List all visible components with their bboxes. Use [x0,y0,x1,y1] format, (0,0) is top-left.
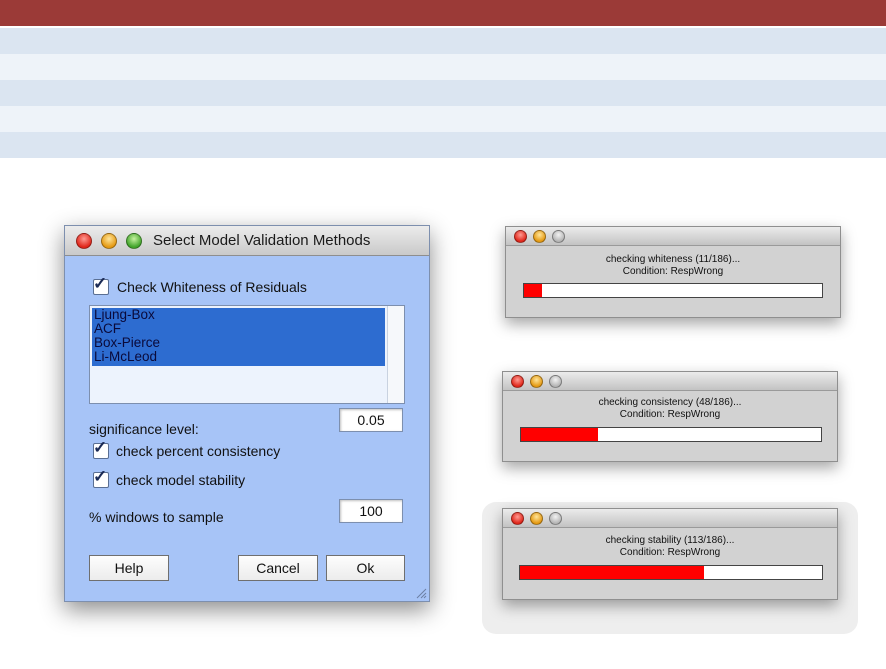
progress-fill [520,566,704,579]
stability-label: check model stability [116,472,246,488]
zoom-icon [549,375,562,388]
progress-window-whiteness: checking whiteness (11/186)... Condition… [505,226,841,318]
stripe [0,106,886,132]
progress-titlebar[interactable] [506,227,840,246]
minimize-icon[interactable] [530,375,543,388]
checkmark-icon: ✓ [93,438,108,457]
windows-label: % windows to sample [89,509,224,525]
close-icon[interactable] [511,375,524,388]
windows-input[interactable]: 100 [339,499,403,523]
whiteness-checkbox[interactable]: ✓ [93,274,109,295]
progress-bar [523,283,823,298]
stripe [0,28,886,54]
progress-window-consistency: checking consistency (48/186)... Conditi… [502,371,838,462]
header-banner [0,0,886,26]
cancel-button[interactable]: Cancel [238,555,318,581]
list-item[interactable]: Box-Pierce [94,336,160,350]
minimize-icon[interactable] [533,230,546,243]
significance-label: significance level: [89,421,199,437]
progress-fill [521,428,599,441]
checkmark-icon: ✓ [93,467,108,486]
list-item[interactable]: Li-McLeod [94,350,157,364]
progress-bar [520,427,822,442]
progress-condition: Condition: RespWrong [619,409,721,420]
consistency-checkbox[interactable]: ✓ [93,438,109,459]
minimize-icon[interactable] [530,512,543,525]
list-item[interactable]: Ljung-Box [94,308,155,322]
close-icon[interactable] [514,230,527,243]
resize-grip-icon[interactable] [415,587,427,599]
stability-checkbox[interactable]: ✓ [93,467,109,488]
validation-dialog: Select Model Validation Methods ✓ Check … [64,225,430,602]
progress-status: checking whiteness (11/186)... [605,254,741,265]
stripe [0,132,886,158]
close-icon[interactable] [76,233,92,249]
stripe [0,80,886,106]
progress-window-stability: checking stability (113/186)... Conditio… [502,508,838,600]
dialog-title: Select Model Validation Methods [153,232,371,249]
progress-bar [519,565,823,580]
minimize-icon[interactable] [101,233,117,249]
consistency-label: check percent consistency [116,443,281,459]
close-icon[interactable] [511,512,524,525]
stripe [0,54,886,80]
list-scrollbar[interactable] [387,306,404,403]
zoom-icon[interactable] [126,233,142,249]
progress-condition: Condition: RespWrong [622,266,724,277]
list-item[interactable]: ACF [94,322,121,336]
checkmark-icon: ✓ [93,274,108,293]
help-button[interactable]: Help [89,555,169,581]
dialog-titlebar[interactable]: Select Model Validation Methods [65,226,429,256]
progress-fill [524,284,542,297]
zoom-icon [549,512,562,525]
progress-titlebar[interactable] [503,372,837,391]
progress-titlebar[interactable] [503,509,837,528]
progress-status: checking stability (113/186)... [605,535,735,546]
methods-listbox[interactable]: Ljung-Box ACF Box-Pierce Li-McLeod [89,305,405,404]
zoom-icon [552,230,565,243]
ok-button[interactable]: Ok [326,555,405,581]
significance-input[interactable]: 0.05 [339,408,403,432]
whiteness-label: Check Whiteness of Residuals [117,279,307,295]
progress-condition: Condition: RespWrong [619,547,721,558]
progress-status: checking consistency (48/186)... [598,397,742,408]
